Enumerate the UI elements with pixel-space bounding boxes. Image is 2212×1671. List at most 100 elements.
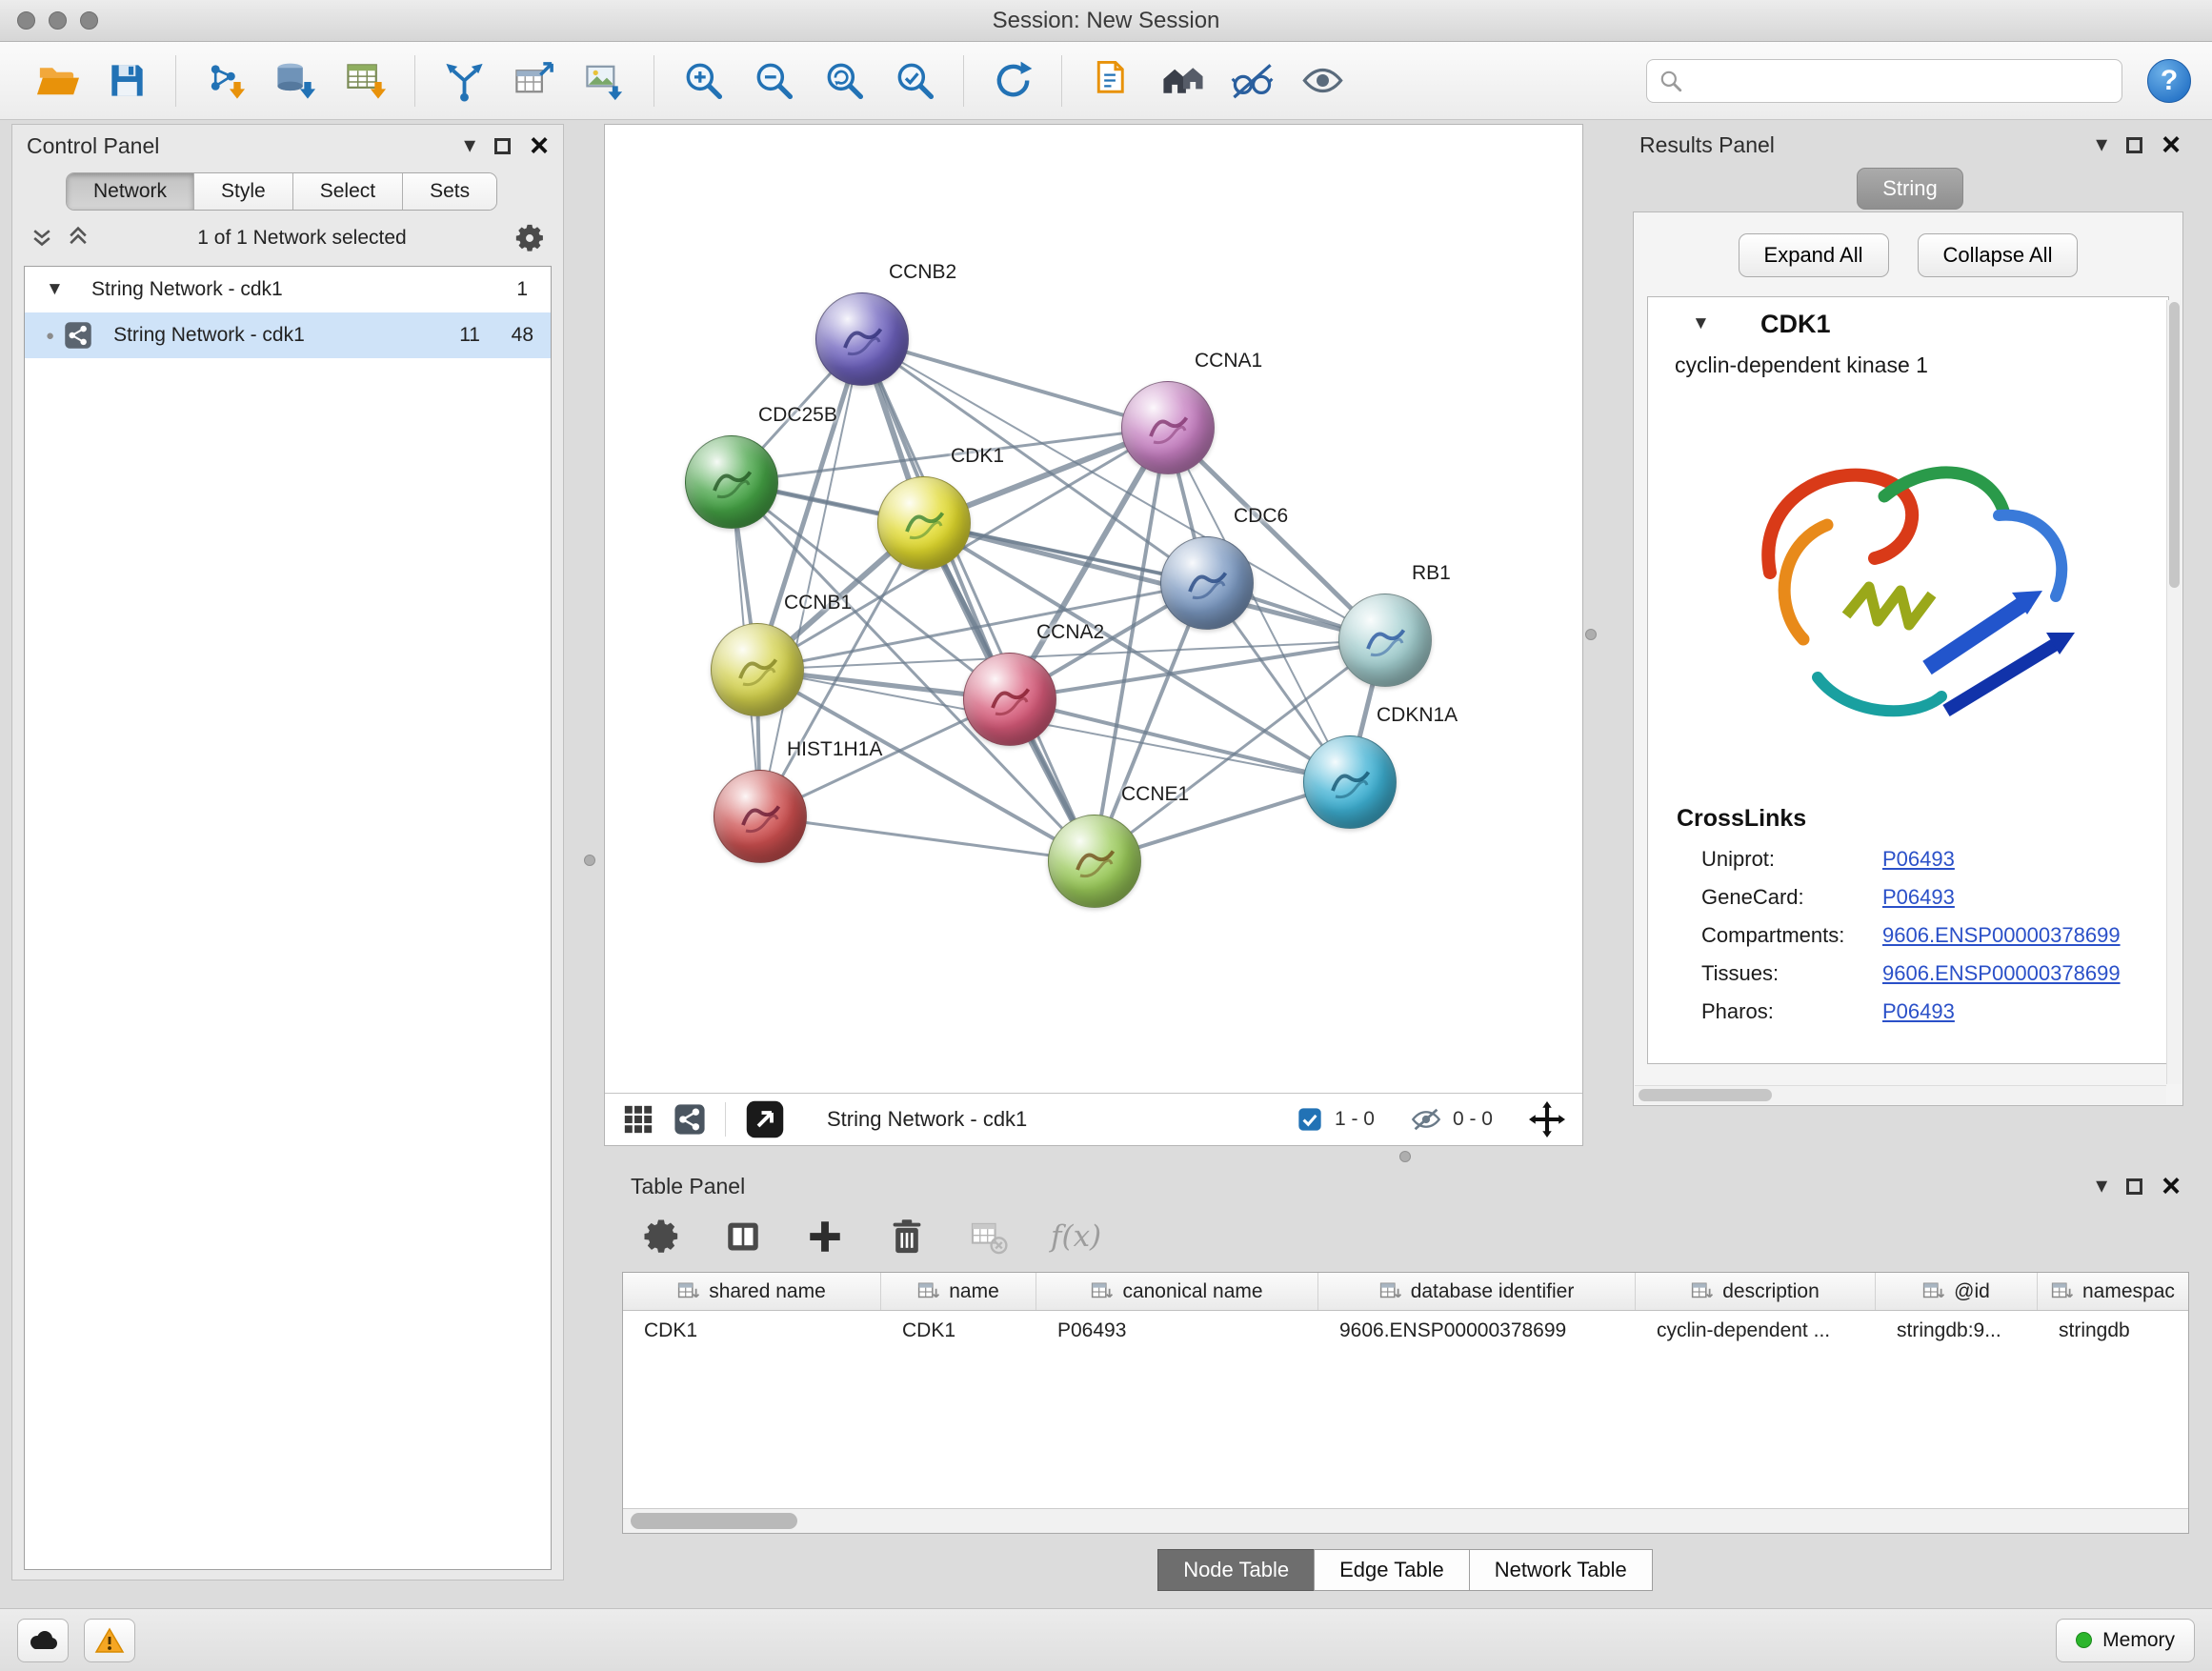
tab-network-table[interactable]: Network Table [1469, 1549, 1653, 1591]
crosslink-value-link[interactable]: 9606.ENSP00000378699 [1882, 923, 2121, 948]
hidden-eye-slash-icon[interactable] [1411, 1106, 1441, 1133]
tree-expander-icon[interactable]: ▼ [46, 279, 70, 300]
node-HIST1H1A[interactable] [714, 770, 807, 863]
zoom-fit-button[interactable] [814, 50, 875, 111]
column-header-description[interactable]: description [1636, 1273, 1876, 1310]
open-in-browser-button[interactable] [745, 1099, 785, 1139]
string-home-button[interactable] [1151, 50, 1212, 111]
expand-all-icon[interactable] [66, 226, 90, 251]
collapse-all-button[interactable]: Collapse All [1918, 233, 2079, 277]
panel-maximize-icon[interactable] [2126, 137, 2142, 153]
save-session-button[interactable] [96, 50, 157, 111]
tab-style[interactable]: Style [194, 173, 293, 210]
tab-node-table[interactable]: Node Table [1157, 1549, 1315, 1591]
edge-CCNB2-CCNE1[interactable] [861, 339, 1094, 861]
window-zoom-button[interactable] [80, 11, 98, 30]
crosslink-value-link[interactable]: P06493 [1882, 847, 1955, 872]
column-header-shared-name[interactable]: shared name [623, 1273, 881, 1310]
node-CCNA1[interactable] [1121, 381, 1215, 474]
edge-CDK1-RB1[interactable] [923, 523, 1383, 640]
export-image-button[interactable] [574, 50, 635, 111]
panel-close-icon[interactable]: × [2162, 1170, 2181, 1202]
tab-sets[interactable]: Sets [403, 173, 496, 210]
gene-collapse-icon[interactable]: ▼ [1692, 313, 1717, 334]
network-collection-row[interactable]: ▼ String Network - cdk1 1 [25, 267, 551, 312]
network-canvas[interactable]: CCNB2CCNA1CDC25BCDK1CDC6RB1CCNB1CCNA2CDK… [605, 125, 1582, 1095]
node-CCNB1[interactable] [711, 623, 804, 716]
window-minimize-button[interactable] [49, 11, 67, 30]
search-field[interactable] [1646, 59, 2122, 103]
tab-string[interactable]: String [1857, 168, 1962, 210]
column-header-namespac[interactable]: namespac [2038, 1273, 2188, 1310]
edge-CCNB2-CCNA1[interactable] [861, 339, 1166, 428]
splitter-handle-left[interactable] [584, 855, 595, 866]
tab-network[interactable]: Network [67, 173, 194, 210]
crosslink-value-link[interactable]: 9606.ENSP00000378699 [1882, 961, 2121, 986]
memory-button[interactable]: Memory [2056, 1619, 2195, 1662]
network-options-gear-icon[interactable] [513, 222, 546, 254]
node-CDK1[interactable] [877, 476, 971, 570]
edge-HIST1H1A-CCNE1[interactable] [760, 816, 1094, 861]
import-table-file-button[interactable] [335, 50, 396, 111]
zoom-in-button[interactable] [673, 50, 734, 111]
string-network-icon[interactable] [674, 1103, 706, 1136]
panel-float-icon[interactable]: ▾ [464, 134, 475, 157]
table-row[interactable]: CDK1CDK1P064939606.ENSP00000378699cyclin… [623, 1311, 2188, 1351]
column-header--id[interactable]: @id [1876, 1273, 2038, 1310]
import-network-database-button[interactable] [265, 50, 326, 111]
splitter-handle-bottom[interactable] [1399, 1151, 1411, 1162]
window-close-button[interactable] [17, 11, 35, 30]
search-input[interactable] [1691, 69, 2110, 93]
crosslink-value-link[interactable]: P06493 [1882, 999, 1955, 1024]
panel-maximize-icon[interactable] [494, 138, 511, 154]
delete-table-button[interactable] [969, 1217, 1009, 1257]
selected-checkbox-icon[interactable] [1297, 1106, 1323, 1133]
results-horizontal-scrollbar[interactable] [1635, 1085, 2166, 1104]
node-RB1[interactable] [1338, 594, 1432, 687]
panel-close-icon[interactable]: × [2162, 129, 2181, 161]
help-button[interactable]: ? [2147, 59, 2191, 103]
show-columns-button[interactable] [723, 1217, 763, 1257]
panel-close-icon[interactable]: × [530, 130, 549, 162]
node-CCNA2[interactable] [963, 653, 1056, 746]
toggle-glass-effect-button[interactable] [1221, 50, 1282, 111]
warnings-button[interactable] [84, 1619, 135, 1662]
zoom-selected-button[interactable] [884, 50, 945, 111]
zoom-out-button[interactable] [743, 50, 804, 111]
column-header-canonical-name[interactable]: canonical name [1036, 1273, 1318, 1310]
splitter-handle-right[interactable] [1585, 629, 1597, 640]
refresh-view-button[interactable] [982, 50, 1043, 111]
panel-float-icon[interactable]: ▾ [2096, 133, 2107, 156]
column-header-name[interactable]: name [881, 1273, 1036, 1310]
network-row[interactable]: ● String Network - cdk1 11 48 [25, 312, 551, 358]
collapse-all-icon[interactable] [30, 226, 54, 251]
network-tools-button[interactable] [433, 50, 494, 111]
expand-all-button[interactable]: Expand All [1739, 233, 1889, 277]
apply-function-button[interactable]: f(x) [1051, 1219, 1101, 1254]
delete-column-button[interactable] [887, 1217, 927, 1257]
import-network-file-button[interactable] [194, 50, 255, 111]
table-settings-button[interactable] [641, 1217, 681, 1257]
column-header-database-identifier[interactable]: database identifier [1318, 1273, 1636, 1310]
node-CDKN1A[interactable] [1303, 735, 1397, 829]
node-CDC6[interactable] [1160, 536, 1254, 630]
open-session-button[interactable] [26, 50, 87, 111]
node-CCNB2[interactable] [815, 292, 909, 386]
node-CCNE1[interactable] [1048, 815, 1141, 908]
cloud-button[interactable] [17, 1619, 69, 1662]
results-vertical-scrollbar[interactable] [2166, 300, 2182, 1084]
open-panels-button[interactable] [1080, 50, 1141, 111]
panel-maximize-icon[interactable] [2126, 1178, 2142, 1195]
panel-float-icon[interactable]: ▾ [2096, 1175, 2107, 1198]
node-CDC25B[interactable] [685, 435, 778, 529]
toggle-enhanced-graphics-button[interactable] [1292, 50, 1353, 111]
create-column-button[interactable] [805, 1217, 845, 1257]
pan-crosshair-icon[interactable] [1529, 1101, 1565, 1137]
new-network-button[interactable] [504, 50, 565, 111]
crosslink-value-link[interactable]: P06493 [1882, 885, 1955, 910]
tab-edge-table[interactable]: Edge Table [1314, 1549, 1470, 1591]
scrollbar-thumb[interactable] [631, 1513, 797, 1529]
tab-select[interactable]: Select [293, 173, 403, 210]
table-horizontal-scrollbar[interactable] [623, 1508, 2188, 1533]
birds-eye-view-icon[interactable] [622, 1103, 654, 1136]
